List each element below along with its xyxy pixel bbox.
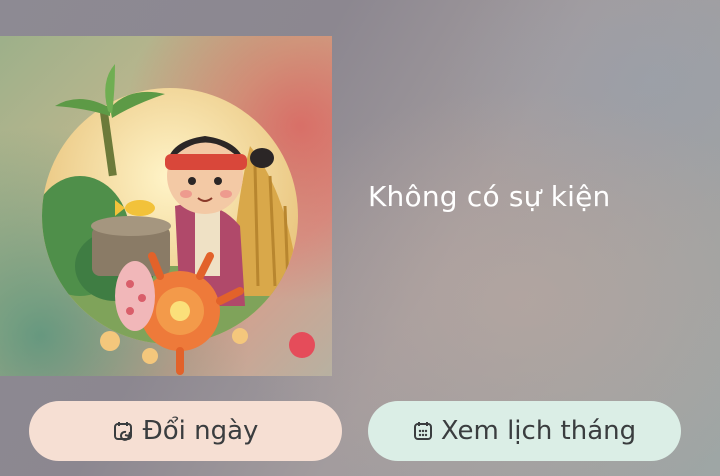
day-illustration	[0, 36, 332, 376]
view-month-label: Xem lịch tháng	[440, 416, 637, 446]
no-events-message: Không có sự kiện	[368, 180, 611, 213]
view-month-calendar-button[interactable]: Xem lịch tháng	[368, 401, 681, 461]
change-date-button[interactable]: Đổi ngày	[29, 401, 342, 461]
culture-badge-icon	[289, 332, 315, 358]
calendar-swap-icon	[113, 420, 135, 442]
calendar-grid-icon	[413, 421, 433, 441]
change-date-label: Đổi ngày	[142, 416, 259, 446]
